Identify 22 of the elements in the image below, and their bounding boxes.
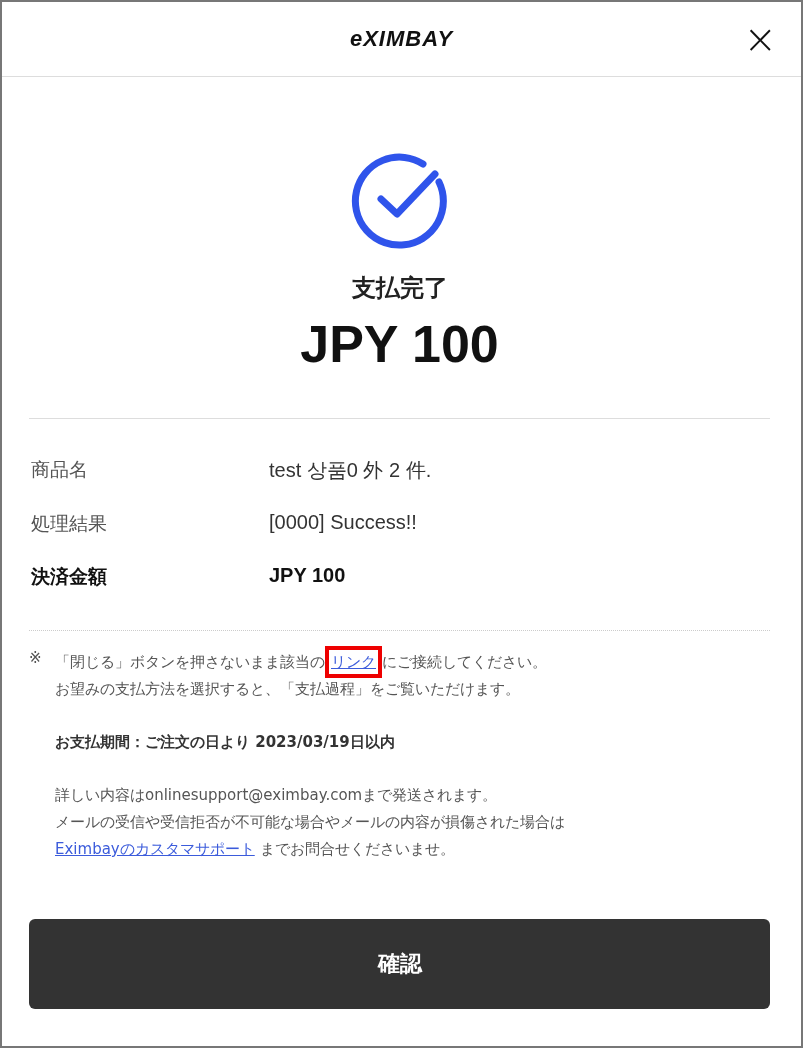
link[interactable]: リンク (331, 653, 376, 671)
support-link[interactable]: Eximbayのカスタマサポート (55, 840, 255, 858)
note-text: 「閉じる」ボタンを押さないまま該当の (55, 653, 325, 671)
detail-value: [0000] Success!! (269, 511, 417, 535)
confirm-button[interactable]: 確認 (29, 919, 770, 1009)
check-circle-icon (350, 152, 449, 250)
amount: JPY 100 (300, 314, 499, 374)
close-button[interactable]: × (743, 22, 777, 56)
detail-value: JPY 100 (269, 564, 346, 588)
status-title: 支払完了 (351, 273, 448, 304)
detail-label: 商品名 (31, 457, 89, 482)
note-text: にご接続してください。 (382, 653, 547, 671)
contact-text: メールの受信や受信拒否が不可能な場合やメールの内容が損傷された場合は (55, 812, 565, 833)
payment-period: お支払期間：ご注文の日より 2023/03/19日以内 (55, 732, 396, 753)
logo: eXIMBAY (349, 26, 454, 52)
detail-label: 処理結果 (31, 511, 108, 536)
note-text: お望みの支払方法を選択すると、「支払過程」をご覧いただけます。 (55, 679, 521, 700)
contact-text: 詳しい内容はonlinesupport@eximbay.comまで発送されます。 (55, 785, 499, 806)
detail-value: test 상품0 外 2 件. (269, 458, 432, 483)
contact-text: までお問合せくださいませ。 (258, 840, 455, 858)
note-mark: ※ (29, 649, 43, 669)
detail-label: 決済金額 (31, 564, 108, 589)
